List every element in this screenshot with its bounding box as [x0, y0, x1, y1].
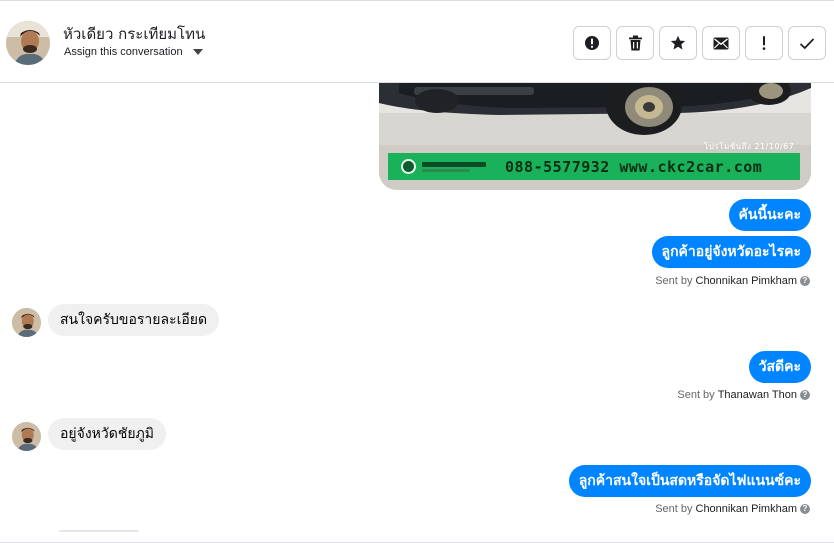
trash-icon — [628, 35, 642, 51]
sent-by-prefix: Sent by — [655, 275, 693, 287]
contact-avatar[interactable] — [6, 21, 50, 65]
promo-date-stamp: โปรโมชั่นถึง 21/10/67 — [704, 142, 795, 151]
mark-important-button[interactable] — [745, 26, 783, 60]
dealer-logo-icon — [401, 159, 416, 174]
envelope-icon — [713, 37, 729, 49]
sent-by-line: Sent by Chonnikan Pimkham ? — [655, 503, 810, 515]
sent-by-name[interactable]: Chonnikan Pimkham — [696, 275, 798, 287]
message-thread[interactable]: โปรโมชั่นถึง 21/10/67 088-5577932 www.ck… — [0, 83, 834, 543]
help-icon[interactable]: ? — [800, 390, 810, 400]
contact-avatar-small[interactable] — [12, 422, 41, 451]
messenger-conversation: หัวเดียว กระเทียมโทน Assign this convers… — [0, 0, 834, 543]
sent-by-name[interactable]: Chonnikan Pimkham — [696, 503, 798, 515]
sent-by-line: Sent by Chonnikan Pimkham ? — [655, 275, 810, 287]
composer-edge — [59, 530, 139, 532]
incoming-message[interactable]: อยู่จังหวัดชัยภูมิ — [48, 418, 166, 450]
action-toolbar — [573, 26, 826, 60]
conversation-header: หัวเดียว กระเทียมโทน Assign this convers… — [0, 1, 834, 83]
alert-circle-icon — [585, 36, 599, 50]
dealer-brand-mark — [422, 160, 486, 174]
outgoing-message[interactable]: คันนี้นะคะ — [728, 199, 811, 231]
mark-done-button[interactable] — [788, 26, 826, 60]
dealer-contact-text: 088-5577932 www.ckc2car.com — [505, 157, 763, 176]
checkmark-icon — [799, 37, 815, 49]
delete-button[interactable] — [616, 26, 654, 60]
help-icon[interactable]: ? — [800, 276, 810, 286]
sent-by-name[interactable]: Thanawan Thon — [718, 389, 797, 401]
mark-unread-button[interactable] — [702, 26, 740, 60]
star-button[interactable] — [659, 26, 697, 60]
outgoing-message[interactable]: ลูกค้าสนใจเป็นสดหรือจัดไฟแนนซ์คะ — [568, 465, 811, 497]
mark-spam-button[interactable] — [573, 26, 611, 60]
contact-avatar-small[interactable] — [12, 308, 41, 337]
outgoing-message[interactable]: ลูกค้าอยู่จังหวัดอะไรคะ — [651, 236, 811, 268]
assign-label: Assign this conversation — [64, 46, 183, 58]
sent-by-prefix: Sent by — [655, 503, 693, 515]
sent-by-prefix: Sent by — [677, 389, 715, 401]
help-icon[interactable]: ? — [800, 504, 810, 514]
sent-by-line: Sent by Thanawan Thon ? — [677, 389, 810, 401]
exclamation-icon — [762, 36, 766, 50]
assign-conversation-dropdown[interactable]: Assign this conversation — [64, 46, 203, 58]
outgoing-message[interactable]: วัสดีคะ — [748, 351, 811, 383]
car-photo-attachment[interactable]: โปรโมชั่นถึง 21/10/67 088-5577932 www.ck… — [379, 83, 811, 190]
incoming-message[interactable]: สนใจครับขอรายละเอียด — [48, 304, 220, 336]
dealer-banner: 088-5577932 www.ckc2car.com — [388, 153, 800, 180]
star-icon — [670, 35, 686, 50]
contact-name: หัวเดียว กระเทียมโทน — [63, 25, 206, 43]
caret-down-icon — [192, 49, 203, 55]
